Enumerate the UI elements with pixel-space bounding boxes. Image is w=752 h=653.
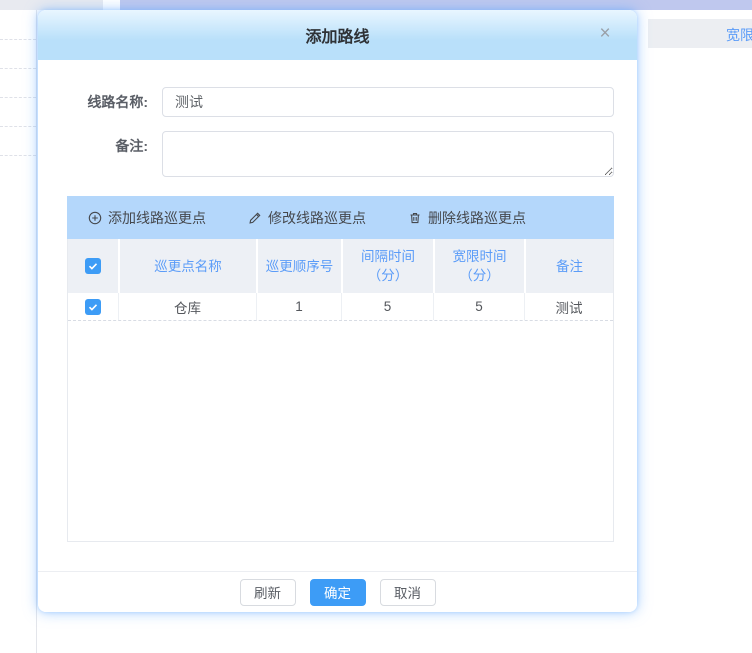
background-row-line (0, 126, 36, 127)
table-row[interactable]: 仓库 1 5 5 测试 (68, 293, 613, 321)
remark-textarea[interactable] (162, 131, 614, 177)
table-header-row: 巡更点名称 巡更顺序号 间隔时间 （分） 宽限时间 （分） 备注 (68, 239, 613, 293)
cell-interval: 5 (341, 293, 433, 320)
cell-remark: 测试 (524, 293, 613, 320)
confirm-button[interactable]: 确定 (310, 579, 366, 606)
route-form: 线路名称: 备注: (38, 60, 637, 177)
dialog-footer: 刷新 确定 取消 (38, 571, 637, 612)
background-row-line (0, 97, 36, 98)
background-row-line (0, 155, 36, 156)
column-header-grace: 宽限时间 （分） (433, 239, 524, 293)
column-header-interval: 间隔时间 （分） (341, 239, 433, 293)
plus-circle-icon (88, 211, 102, 225)
close-icon[interactable]: × (593, 22, 617, 46)
patrol-point-table: 巡更点名称 巡更顺序号 间隔时间 （分） 宽限时间 （分） 备注 (67, 239, 614, 542)
delete-patrol-point-button[interactable]: 删除线路巡更点 (408, 208, 526, 228)
route-name-input[interactable] (162, 87, 614, 117)
pencil-icon (248, 211, 262, 225)
cell-grace: 5 (433, 293, 524, 320)
background-divider-line (36, 10, 37, 653)
background-row-line (0, 68, 36, 69)
modify-patrol-point-label: 修改线路巡更点 (268, 208, 366, 228)
remark-row: 备注: (38, 131, 614, 177)
background-table-header: 宽限 (648, 19, 752, 48)
add-patrol-point-button[interactable]: 添加线路巡更点 (88, 208, 206, 228)
add-patrol-point-label: 添加线路巡更点 (108, 208, 206, 228)
patrol-point-toolbar: 添加线路巡更点 修改线路巡更点 删除 (67, 196, 614, 239)
modify-patrol-point-button[interactable]: 修改线路巡更点 (248, 208, 366, 228)
background-top-strip-left (0, 0, 103, 10)
column-header-remark: 备注 (524, 239, 613, 293)
delete-patrol-point-label: 删除线路巡更点 (428, 208, 526, 228)
trash-icon (408, 211, 422, 225)
dialog-header: 添加路线 × (38, 10, 637, 60)
refresh-button[interactable]: 刷新 (240, 579, 296, 606)
screen: 宽限 添加路线 × 线路名称: 备注: (0, 0, 752, 653)
select-all-cell (68, 239, 118, 293)
cancel-button[interactable]: 取消 (380, 579, 436, 606)
route-name-row: 线路名称: (38, 87, 614, 117)
row-checkbox[interactable] (85, 299, 101, 315)
row-select-cell (68, 293, 118, 320)
route-name-label: 线路名称: (38, 87, 162, 117)
cell-order: 1 (256, 293, 341, 320)
cell-name: 仓库 (118, 293, 256, 320)
column-header-order: 巡更顺序号 (256, 239, 341, 293)
background-column-label: 宽限 (726, 25, 752, 45)
select-all-checkbox[interactable] (85, 258, 101, 274)
dialog-title: 添加路线 (305, 23, 369, 47)
column-header-name: 巡更点名称 (118, 239, 256, 293)
patrol-point-section: 添加线路巡更点 修改线路巡更点 删除 (67, 196, 614, 542)
remark-label: 备注: (38, 131, 162, 161)
background-top-strip (120, 0, 752, 10)
add-route-dialog: 添加路线 × 线路名称: 备注: 添加线 (38, 10, 637, 612)
background-row-line (0, 39, 36, 40)
